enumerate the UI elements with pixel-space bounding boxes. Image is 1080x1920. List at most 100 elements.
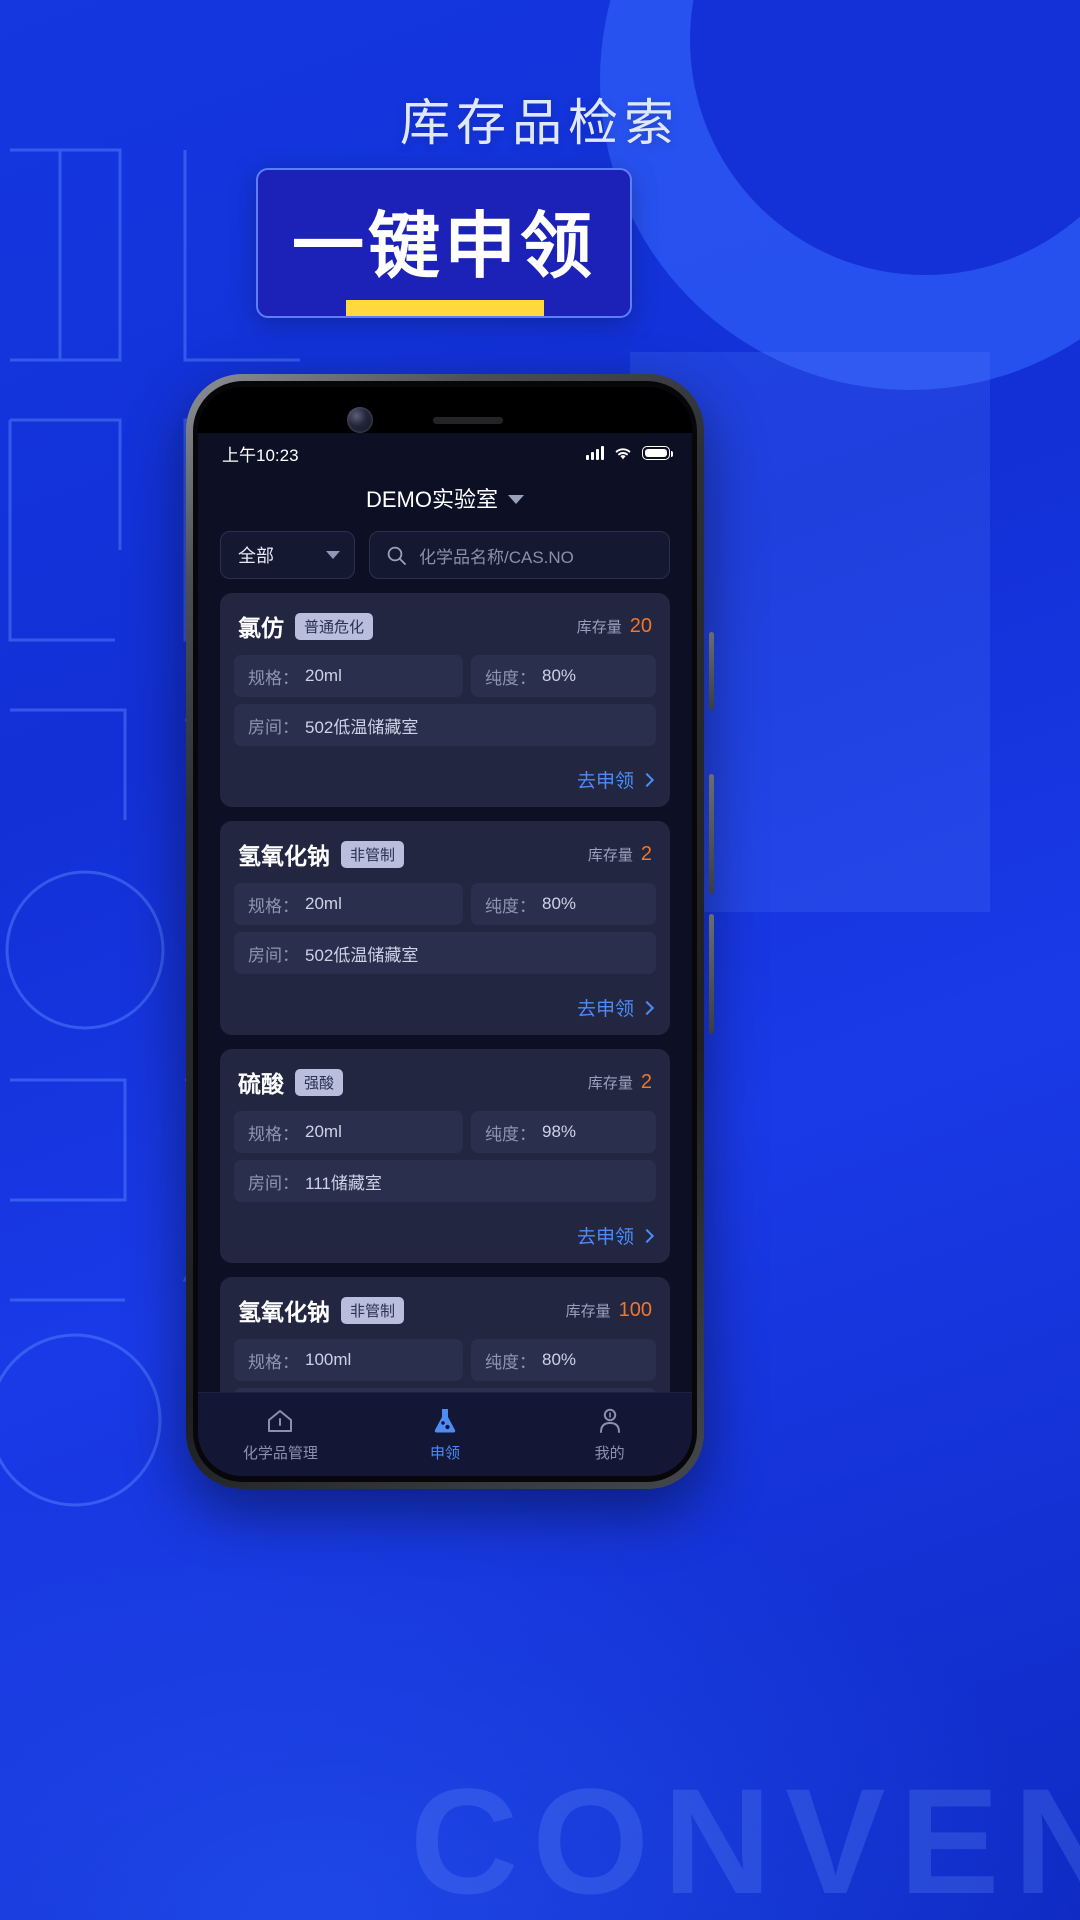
tab-label: 我的 [594,1444,625,1462]
inventory-card[interactable]: 硫酸 强酸 库存量 2 规格： 20ml 纯度： 98% 房间： 111储藏室 … [220,1049,670,1263]
field-row: 规格： 20ml 纯度： 80% [234,883,656,925]
room-field: 房间： 111储藏室 [234,1160,656,1202]
flask-icon [434,1408,456,1432]
purity-value: 80% [541,894,577,913]
hazard-tag: 普通危化 [295,612,374,640]
chevron-down-icon[interactable] [508,495,524,504]
poster-badge: 一键申领 [256,168,632,318]
spec-value: 20ml [305,666,342,685]
status-icons [586,446,673,461]
hazard-tag: 强酸 [295,1068,344,1096]
tab-label: 化学品管理 [242,1444,318,1462]
spec-label: 规格： [248,1352,299,1372]
purity-value: 80% [541,666,577,685]
chemical-name: 氢氧化钠 [238,1299,330,1325]
chevron-right-icon [639,1228,655,1243]
spec-value: 100ml [305,1350,352,1369]
filter-row: 全部 化学品名称/CAS.NO [198,523,692,593]
stock-value: 2 [640,1070,652,1093]
phone-mockup: 上午10:23 DEMO实验室 全部 化学品名称/CAS.NO 氯仿 普通危化 … [186,374,714,1489]
card-header: 硫酸 强酸 库存量 2 [234,1063,656,1111]
field-row: 规格： 100ml 纯度： 80% [234,1339,656,1381]
room-label: 房间： [248,1173,299,1193]
tab-profile[interactable]: 我的 [527,1407,692,1463]
spec-field: 规格： 20ml [234,655,463,697]
stock-label: 库存量 [587,1074,633,1092]
spec-label: 规格： [248,668,299,688]
card-footer[interactable]: 去申领 [234,981,656,1027]
phone-notch [198,387,692,433]
field-row: 规格： 20ml 纯度： 80% [234,655,656,697]
search-placeholder: 化学品名称/CAS.NO [419,547,574,567]
bottom-tab-bar: 化学品管理 申领 我的 [198,1392,692,1476]
hazard-tag: 非管制 [341,1296,405,1324]
phone-button-volume [709,774,714,894]
room-label: 房间： [248,945,299,965]
stock-label: 库存量 [565,1302,611,1320]
card-header: 氯仿 普通危化 库存量 20 [234,607,656,655]
phone-button-mute [709,632,714,710]
stock-group: 库存量 2 [588,1071,652,1094]
stock-value: 20 [629,614,652,637]
inventory-card[interactable]: 氯仿 普通危化 库存量 20 规格： 20ml 纯度： 80% 房间： 502低… [220,593,670,807]
lab-title: DEMO实验室 [365,487,498,512]
signal-bars-icon [586,446,604,460]
field-row: 规格： 20ml 纯度： 98% [234,1111,656,1153]
room-label: 房间： [248,717,299,737]
search-input[interactable]: 化学品名称/CAS.NO [369,531,670,579]
chemical-name: 硫酸 [238,1071,284,1097]
chemical-name: 氯仿 [238,615,284,641]
card-header: 氢氧化钠 非管制 库存量 100 [234,1291,656,1339]
status-time: 上午10:23 [222,445,299,465]
purity-label: 纯度： [484,1352,536,1372]
purity-field: 纯度： 98% [470,1111,656,1153]
app-header: DEMO实验室 [198,473,692,523]
stock-label: 库存量 [576,618,622,636]
inventory-card[interactable]: 氢氧化钠 非管制 库存量 2 规格： 20ml 纯度： 80% 房间： 502低… [220,821,670,1035]
phone-button-power [709,914,714,1034]
chevron-right-icon [639,772,655,787]
stock-label: 库存量 [587,846,633,864]
spec-field: 规格： 20ml [234,1111,463,1153]
apply-link[interactable]: 去申领 [577,1222,634,1249]
inventory-list[interactable]: 氯仿 普通危化 库存量 20 规格： 20ml 纯度： 80% 房间： 502低… [198,593,692,1392]
card-footer[interactable]: 去申领 [234,753,656,799]
purity-field: 纯度： 80% [470,1339,656,1381]
card-header: 氢氧化钠 非管制 库存量 2 [234,835,656,883]
purity-label: 纯度： [484,1124,536,1144]
poster-badge-text: 一键申领 [291,206,596,287]
chemical-name: 氢氧化钠 [238,843,330,869]
search-icon [387,546,406,565]
category-select[interactable]: 全部 [220,531,355,579]
purity-label: 纯度： [484,668,536,688]
purity-value: 98% [541,1122,577,1141]
purity-value: 80% [541,1350,577,1369]
user-icon [599,1408,620,1433]
stock-group: 库存量 20 [577,615,652,638]
status-bar: 上午10:23 [198,433,692,473]
spec-label: 规格： [248,1124,299,1144]
room-field: 房间： 502低温储藏室 [234,704,656,746]
category-select-value: 全部 [238,546,274,566]
stock-value: 2 [640,842,652,865]
spec-value: 20ml [305,1122,342,1141]
apply-link[interactable]: 去申领 [577,766,634,793]
inventory-card[interactable]: 氢氧化钠 非管制 库存量 100 规格： 100ml 纯度： 80% [220,1277,670,1392]
card-footer[interactable]: 去申领 [234,1209,656,1255]
field-row: 房间： 502低温储藏室 [234,932,656,974]
field-row: 房间： 111储藏室 [234,1160,656,1202]
tab-chemical-management[interactable]: 化学品管理 [198,1407,363,1463]
stock-value: 100 [618,1298,652,1321]
purity-field: 纯度： 80% [470,655,656,697]
apply-link[interactable]: 去申领 [577,994,634,1021]
poster-title: 库存品检索 [400,95,680,151]
tab-apply[interactable]: 申领 [363,1407,528,1463]
purity-label: 纯度： [484,896,536,916]
purity-field: 纯度： 80% [470,883,656,925]
spec-field: 规格： 100ml [234,1339,463,1381]
stock-group: 库存量 2 [588,843,652,866]
tab-label: 申领 [430,1444,461,1462]
camera-icon [347,407,373,433]
field-row: 房间： 502低温储藏室 [234,704,656,746]
phone-screen: 上午10:23 DEMO实验室 全部 化学品名称/CAS.NO 氯仿 普通危化 … [198,387,692,1476]
